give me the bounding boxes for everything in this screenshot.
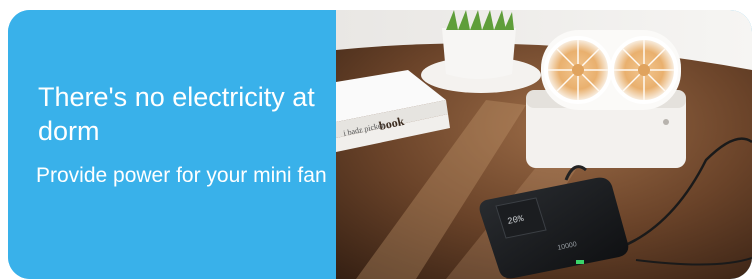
- plant-pot: [442, 28, 516, 79]
- text-panel: There's no electricity at dorm Provide p…: [8, 10, 336, 279]
- product-photo: book i badz picken 20% 10000: [336, 10, 752, 279]
- subline: Provide power for your mini fan: [36, 164, 327, 187]
- mini-fan: [526, 30, 686, 168]
- power-led: [576, 260, 584, 264]
- headline: There's no electricity at dorm: [38, 82, 315, 146]
- promo-banner: There's no electricity at dorm Provide p…: [8, 10, 752, 279]
